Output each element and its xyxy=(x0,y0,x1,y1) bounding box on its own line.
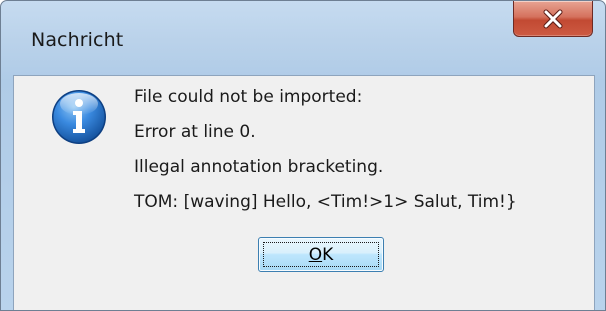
close-icon xyxy=(543,9,563,28)
message-line-4: TOM: [waving] Hello, <Tim!>1> Salut, Tim… xyxy=(134,192,517,212)
ok-label-rest: K xyxy=(322,244,334,265)
title-bar[interactable]: Nachricht xyxy=(1,1,605,75)
ok-mnemonic-letter: O xyxy=(308,244,323,265)
message-line-3: Illegal annotation bracketing. xyxy=(134,157,384,177)
information-icon xyxy=(52,90,106,144)
close-button[interactable] xyxy=(513,1,593,37)
window-title: Nachricht xyxy=(31,29,124,51)
message-line-2: Error at line 0. xyxy=(134,122,256,142)
message-text: File could not be imported: Error at lin… xyxy=(134,80,517,220)
ok-button[interactable]: OK xyxy=(258,237,384,272)
message-line-1: File could not be imported: xyxy=(134,87,363,107)
ok-button-label: OK xyxy=(309,245,334,265)
message-dialog: Nachricht File could not be imported: Er… xyxy=(0,0,606,311)
dialog-content: File could not be imported: Error at lin… xyxy=(13,75,595,310)
